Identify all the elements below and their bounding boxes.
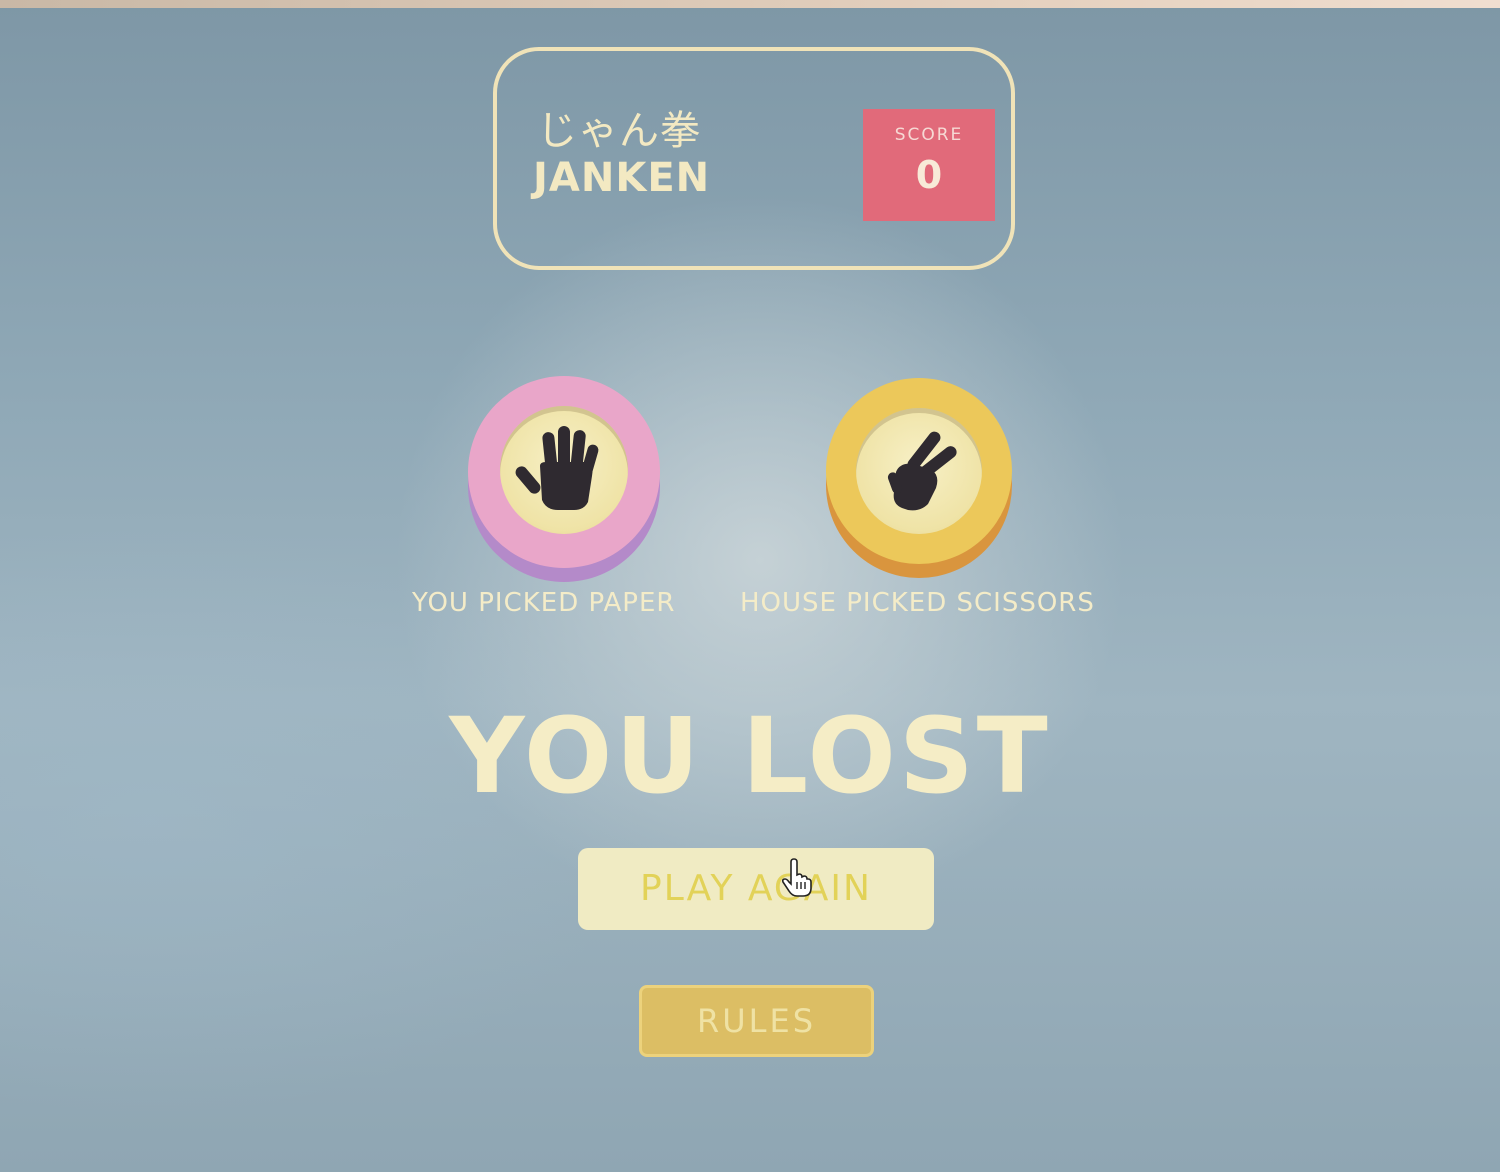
monitor-edge [0, 0, 1500, 8]
score-label: SCORE [894, 125, 964, 145]
hand-open-icon [515, 426, 599, 510]
score-panel: SCORE 0 [863, 109, 995, 221]
hand-scissors-icon [887, 431, 957, 511]
result-text: YOU LOST [449, 695, 1051, 817]
player-pick-token [468, 376, 660, 568]
score-value: 0 [915, 153, 943, 197]
house-pick-token [826, 378, 1012, 564]
player-pick-label: YOU PICKED PAPER [412, 588, 676, 618]
play-again-button[interactable]: PLAY AGAIN [578, 848, 934, 930]
hand-pointer-cursor-icon [781, 858, 812, 897]
title-japanese: じゃん拳 [537, 108, 701, 154]
house-pick-label: HOUSE PICKED SCISSORS [740, 588, 1095, 618]
game-header: じゃん拳 JANKEN SCORE 0 [493, 47, 1015, 270]
player-pick-face [500, 406, 628, 534]
title-english: JANKEN [533, 155, 711, 201]
house-pick-face [856, 408, 982, 534]
rules-button[interactable]: RULES [639, 985, 874, 1057]
